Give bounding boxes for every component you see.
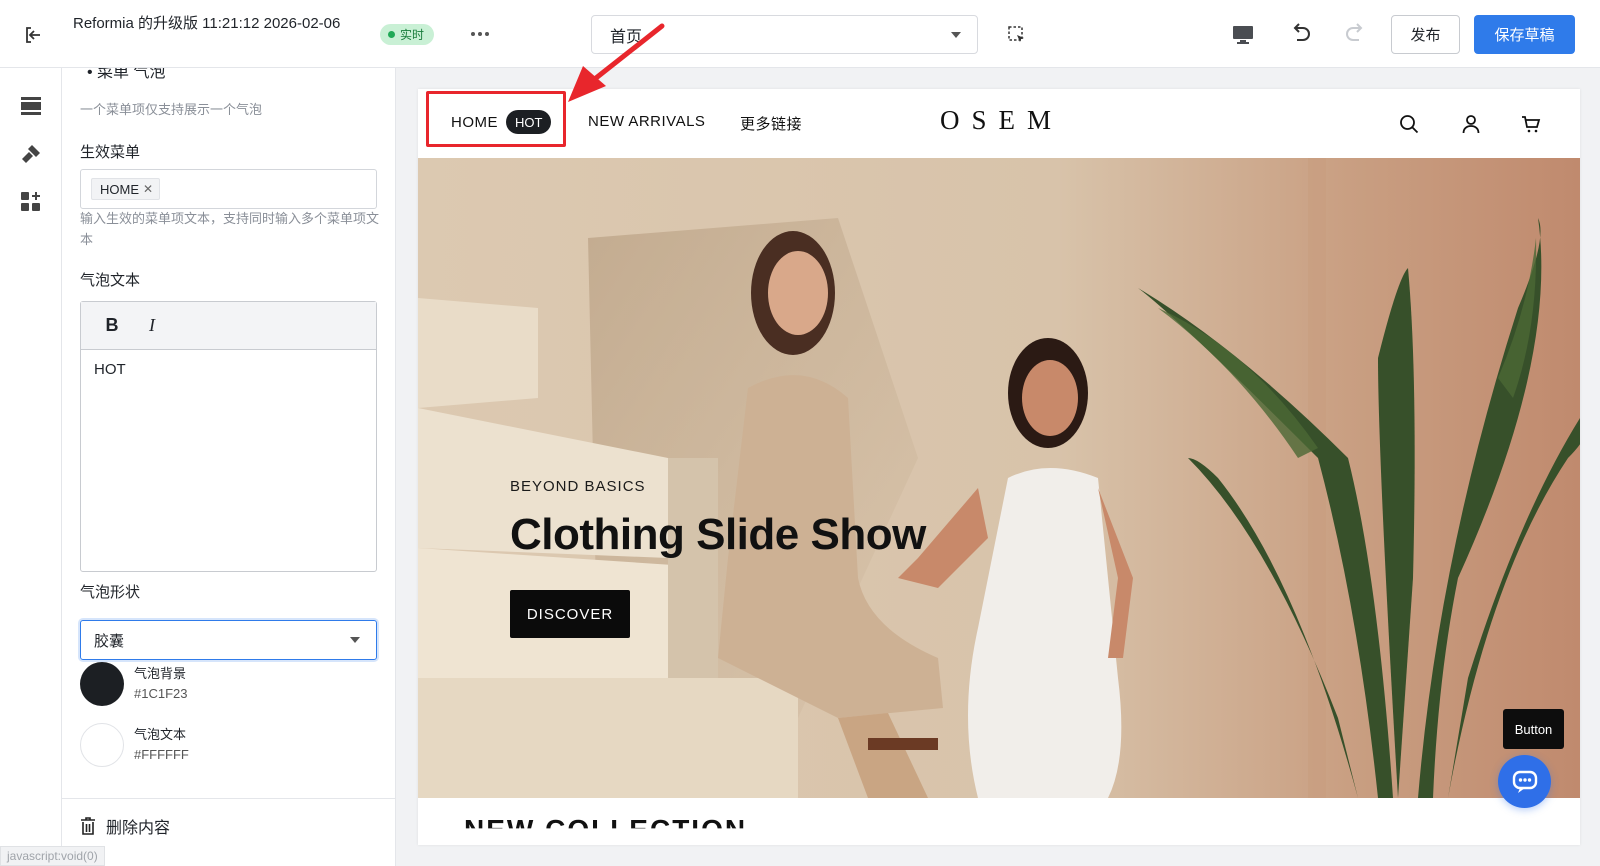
discover-button[interactable]: DISCOVER xyxy=(510,590,630,638)
active-menu-input[interactable]: HOME ✕ xyxy=(80,169,377,209)
search-icon[interactable] xyxy=(1396,111,1422,137)
panel-divider xyxy=(62,798,395,799)
section-title: • 菜单 气泡 xyxy=(87,68,166,81)
bubble-bg-hex: #1C1F23 xyxy=(134,686,188,701)
bubble-bg-swatch[interactable] xyxy=(80,662,124,706)
more-options-icon[interactable] xyxy=(466,22,494,46)
bubble-bg-name: 气泡背景 xyxy=(134,666,187,681)
delete-content-button[interactable]: 删除内容 xyxy=(80,814,170,838)
bubble-text-color[interactable]: 气泡文本 #FFFFFF xyxy=(80,723,189,767)
editor-toolbar: B I xyxy=(81,302,376,350)
bubble-shape-value: 胶囊 xyxy=(94,632,125,650)
save-draft-button[interactable]: 保存草稿 xyxy=(1474,15,1575,54)
button-tooltip: Button xyxy=(1503,709,1564,749)
hero-slideshow: BEYOND BASICS Clothing Slide Show DISCOV… xyxy=(418,158,1580,798)
status-badge-label: 实时 xyxy=(400,28,425,42)
desktop-preview-icon[interactable] xyxy=(1230,22,1256,48)
apps-add-icon[interactable] xyxy=(19,190,43,214)
bubble-text-color-name: 气泡文本 xyxy=(134,727,187,742)
theme-style-icon[interactable] xyxy=(19,142,43,166)
store-header: HOME HOT NEW ARRIVALS 更多链接 OSEM xyxy=(418,89,1580,158)
page-select-value: 首页 xyxy=(610,28,643,46)
next-section-heading: NEW COLLECTION xyxy=(464,814,748,845)
nav-item-more-links[interactable]: 更多链接 xyxy=(740,113,802,134)
preview-canvas: HOME HOT NEW ARRIVALS 更多链接 OSEM BEYOND B… xyxy=(418,89,1580,845)
select-element-icon[interactable] xyxy=(1004,22,1030,48)
bubble-bg-color[interactable]: 气泡背景 #1C1F23 xyxy=(80,662,187,706)
bold-icon[interactable]: B xyxy=(101,315,123,337)
publish-button[interactable]: 发布 xyxy=(1391,15,1460,54)
italic-icon[interactable]: I xyxy=(141,315,163,337)
redo-icon[interactable] xyxy=(1342,20,1370,48)
cart-icon[interactable] xyxy=(1518,111,1544,137)
delete-content-label: 删除内容 xyxy=(106,820,171,837)
settings-panel: • 菜单 气泡 一个菜单项仅支持展示一个气泡 生效菜单 HOME ✕ 输入生效的菜… xyxy=(62,68,396,866)
page-select[interactable]: 首页 xyxy=(591,15,978,54)
menu-tag-label: HOME xyxy=(100,181,139,197)
nav-item-new-arrivals[interactable]: NEW ARRIVALS xyxy=(588,113,705,130)
exit-editor-icon[interactable] xyxy=(20,22,46,48)
bubble-shape-label: 气泡形状 xyxy=(80,584,141,601)
menu-tag: HOME ✕ xyxy=(91,178,161,200)
bubble-hint: 一个菜单项仅支持展示一个气泡 xyxy=(80,102,263,117)
bubble-text-swatch[interactable] xyxy=(80,723,124,767)
account-icon[interactable] xyxy=(1458,111,1484,137)
bubble-shape-select[interactable]: 胶囊 xyxy=(80,620,377,660)
left-rail xyxy=(0,68,62,866)
hero-title: Clothing Slide Show xyxy=(510,510,926,559)
status-badge: 实时 xyxy=(380,24,435,45)
undo-icon[interactable] xyxy=(1286,20,1314,48)
bubble-text-content[interactable]: HOT xyxy=(81,350,376,389)
bubble-text-label: 气泡文本 xyxy=(80,272,141,289)
bubble-text-color-hex: #FFFFFF xyxy=(134,747,189,762)
theme-title: Reformia 的升级版 11:21:12 2026-02-06 xyxy=(73,15,341,32)
live-dot-icon xyxy=(388,31,395,38)
active-menu-hint: 输入生效的菜单项文本，支持同时输入多个菜单项文本 xyxy=(80,211,380,247)
active-menu-label: 生效菜单 xyxy=(80,144,141,161)
hero-eyebrow: BEYOND BASICS xyxy=(510,478,646,495)
sections-icon[interactable] xyxy=(19,94,43,118)
top-bar: Reformia 的升级版 11:21:12 2026-02-06 实时 首页 … xyxy=(0,0,1600,68)
close-icon[interactable]: ✕ xyxy=(143,182,153,196)
store-logo[interactable]: OSEM xyxy=(940,105,1063,136)
chat-icon[interactable] xyxy=(1498,755,1551,808)
trash-icon xyxy=(81,817,95,835)
highlight-box xyxy=(426,91,566,147)
chevron-down-icon xyxy=(951,31,961,38)
bubble-text-editor: B I HOT xyxy=(80,301,377,572)
chevron-down-icon xyxy=(350,637,360,643)
status-link: javascript:void(0) xyxy=(0,846,105,866)
